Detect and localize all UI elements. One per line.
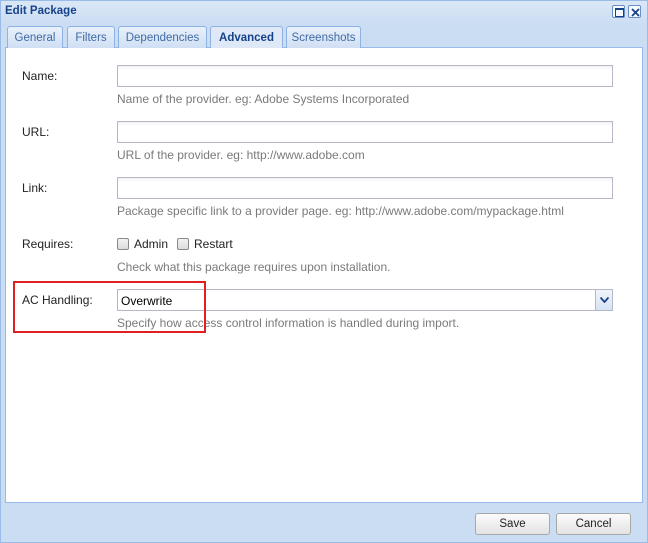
tab-filters[interactable]: Filters: [67, 26, 115, 48]
name-input[interactable]: [117, 65, 613, 87]
edit-package-window: Edit Package General Filters Dependencie…: [0, 0, 648, 543]
requires-label: Requires:: [22, 237, 74, 251]
close-icon[interactable]: [628, 5, 641, 18]
save-button[interactable]: Save: [475, 513, 550, 535]
link-label: Link:: [22, 181, 48, 195]
tab-strip: General Filters Dependencies Advanced Sc…: [5, 23, 643, 49]
window-title: Edit Package: [5, 5, 77, 17]
annotation-highlight-box: [13, 281, 206, 333]
advanced-panel: Name: Name of the provider. eg: Adobe Sy…: [5, 48, 643, 503]
name-label: Name:: [22, 69, 58, 83]
tab-general[interactable]: General: [7, 26, 63, 48]
requires-hint: Check what this package requires upon in…: [117, 260, 391, 274]
tab-advanced[interactable]: Advanced: [210, 26, 283, 49]
admin-checkbox[interactable]: [117, 238, 129, 250]
restart-checkbox-label: Restart: [194, 237, 233, 251]
url-hint: URL of the provider. eg: http://www.adob…: [117, 148, 365, 162]
url-input[interactable]: [117, 121, 613, 143]
maximize-icon[interactable]: [612, 5, 625, 18]
chevron-down-icon[interactable]: [595, 290, 612, 310]
tab-screenshots[interactable]: Screenshots: [286, 26, 361, 48]
name-hint: Name of the provider. eg: Adobe Systems …: [117, 92, 410, 106]
url-label: URL:: [22, 125, 50, 139]
link-hint: Package specific link to a provider page…: [117, 204, 564, 218]
window-titlebar[interactable]: Edit Package: [1, 1, 647, 23]
dialog-footer: Save Cancel: [1, 503, 647, 542]
link-input[interactable]: [117, 177, 613, 199]
cancel-button[interactable]: Cancel: [556, 513, 631, 535]
admin-checkbox-label: Admin: [134, 237, 169, 251]
restart-checkbox[interactable]: [177, 238, 189, 250]
tab-dependencies[interactable]: Dependencies: [118, 26, 207, 48]
